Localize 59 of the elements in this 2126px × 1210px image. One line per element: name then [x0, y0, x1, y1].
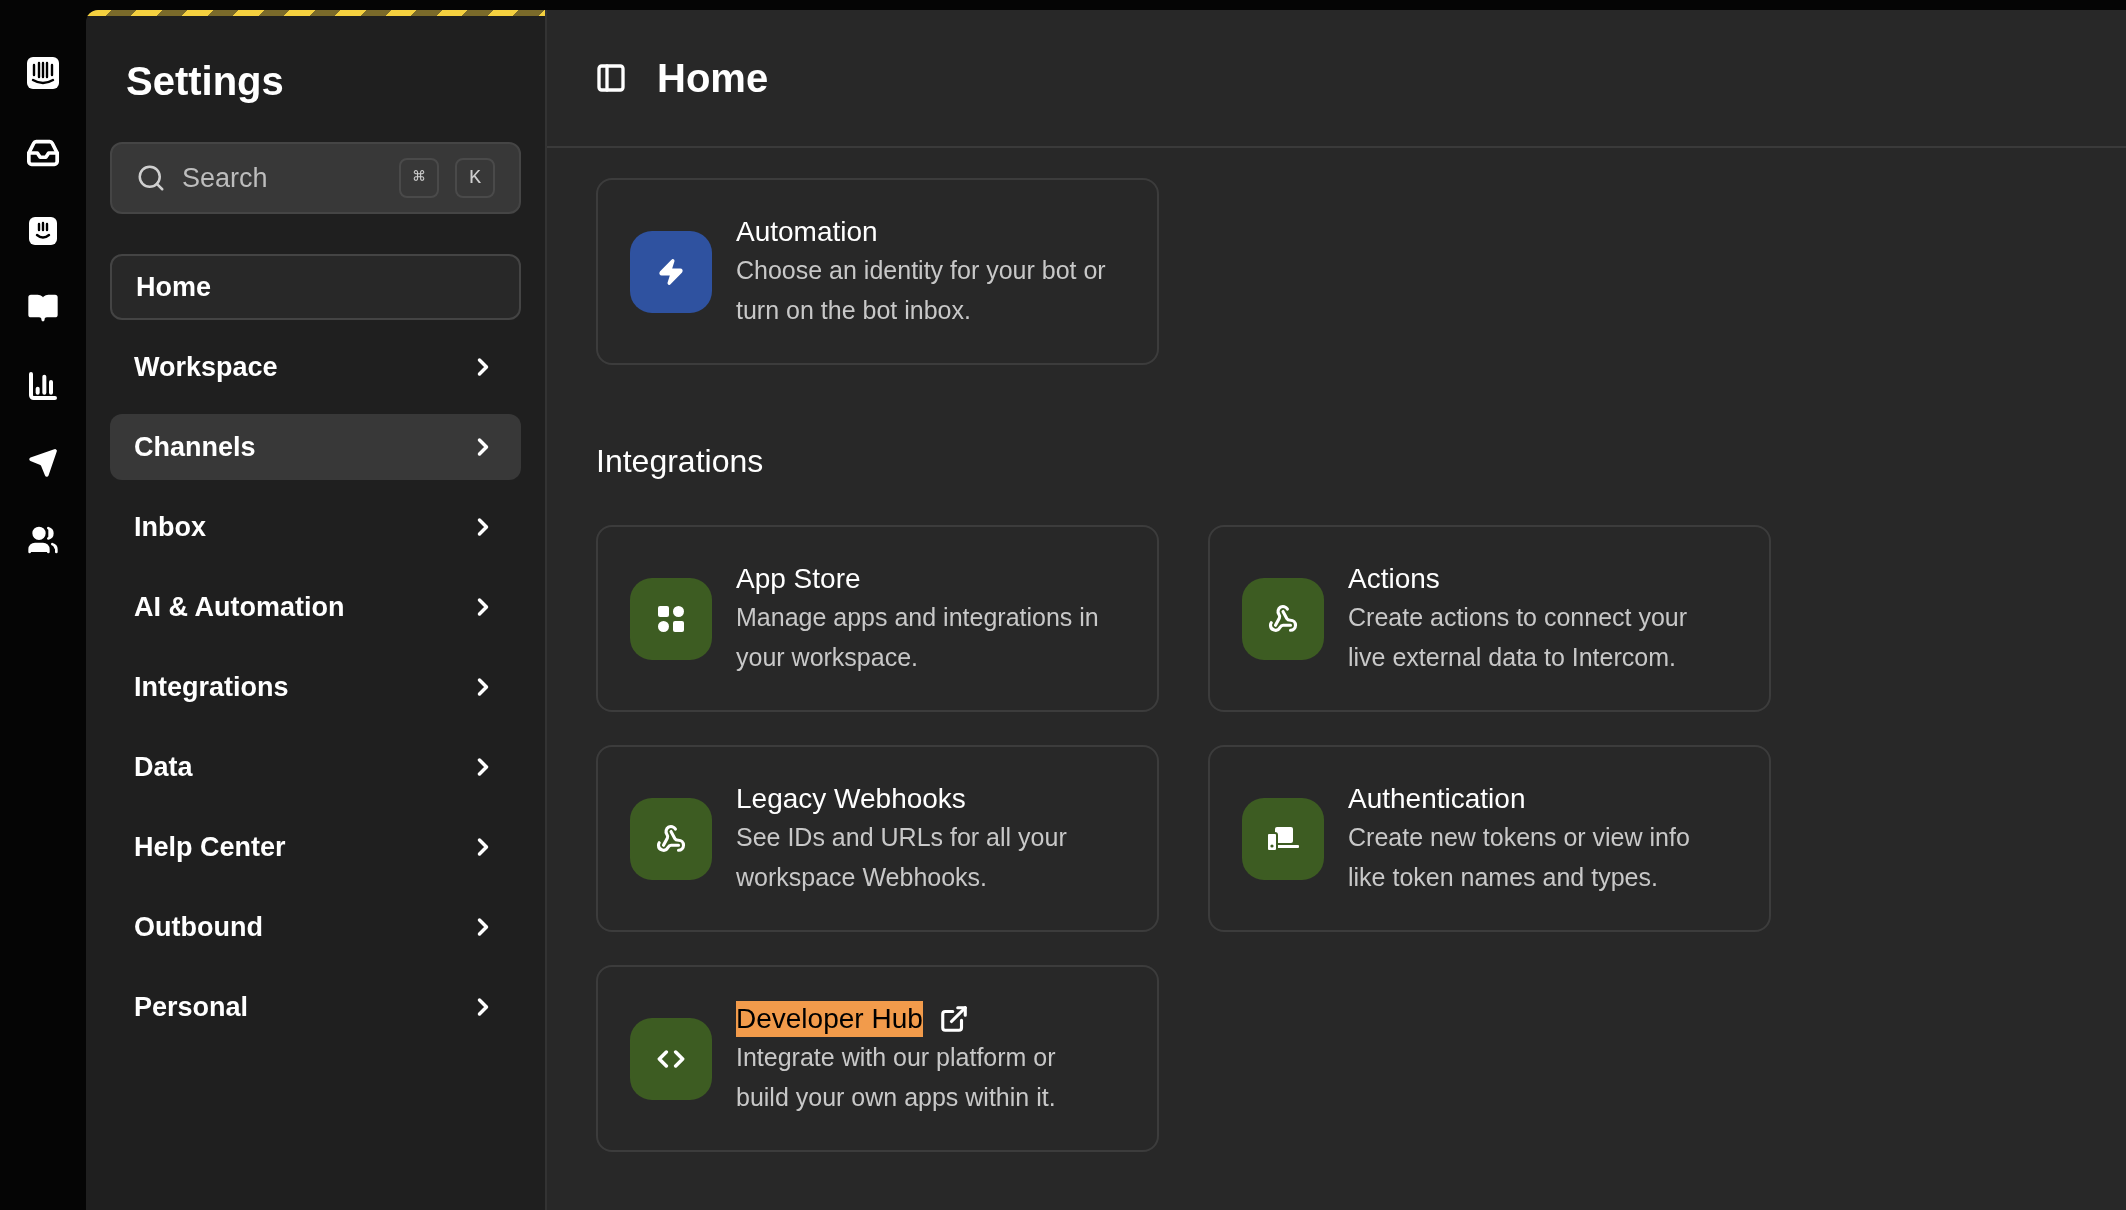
- sidebar-item-label: Workspace: [134, 350, 279, 384]
- settings-card[interactable]: App Store Manage apps and integrations in your workspace.: [596, 525, 1159, 712]
- webhook-icon: [656, 823, 686, 854]
- sidebar-item-label: Integrations: [134, 670, 290, 704]
- shortcut-key: ⌘: [399, 158, 439, 198]
- sidebar-title: Settings: [126, 58, 284, 105]
- sidebar-item-label: AI & Automation: [134, 590, 346, 624]
- sidebar-item[interactable]: Outbound: [110, 894, 521, 960]
- page-title: Home: [657, 55, 769, 102]
- grid-icon: [658, 605, 684, 632]
- sidebar-item[interactable]: AI & Automation: [110, 574, 521, 640]
- sidebar-item-label: Inbox: [134, 510, 207, 544]
- card-description: Manage apps and integrations in your workspace.: [736, 601, 1100, 673]
- sidebar-item-label: Data: [134, 750, 194, 784]
- card-description: Create actions to connect your live external data to Intercom.: [1348, 601, 1689, 673]
- sidebar-item[interactable]: Inbox: [110, 494, 521, 560]
- sidebar-toggle-icon[interactable]: [595, 62, 627, 94]
- shortcut-key: K: [455, 158, 495, 198]
- card-description: Choose an identity for your bot or turn on the bot inbox.: [736, 254, 1106, 326]
- settings-card[interactable]: Actions Create actions to connect your live external data to Intercom.: [1208, 525, 1771, 712]
- external-link-icon[interactable]: [938, 1003, 969, 1034]
- card-description: See IDs and URLs for all your workspace Webhooks.: [736, 821, 1068, 893]
- smiley-face-icon[interactable]: [28, 216, 58, 246]
- search-icon: [136, 163, 166, 193]
- sidebar-item[interactable]: Channels: [110, 414, 521, 480]
- sidebar-item-label: Home: [136, 270, 212, 304]
- settings-card[interactable]: Automation Choose an identity for your bot or turn on the bot inbox.: [596, 178, 1159, 365]
- settings-card[interactable]: Authentication Create new tokens or view info like token names and types.: [1208, 745, 1771, 932]
- card-title: Automation: [736, 214, 878, 249]
- card-title: Developer Hub: [736, 1000, 923, 1037]
- card-description: Integrate with our platform or build your own apps within it.: [736, 1041, 1057, 1113]
- card-title: Legacy Webhooks: [736, 781, 966, 816]
- search-field[interactable]: Search ⌘ K: [110, 142, 521, 214]
- card-title: App Store: [736, 561, 861, 596]
- sidebar-item[interactable]: Workspace: [110, 334, 521, 400]
- search-input[interactable]: Search: [182, 157, 383, 199]
- sidebar-item[interactable]: Help Center: [110, 814, 521, 880]
- card-title: Authentication: [1348, 781, 1526, 816]
- lightning-bolt-icon: [657, 257, 685, 286]
- sidebar-item-label: Personal: [134, 990, 250, 1024]
- section-heading: Integrations: [596, 442, 765, 481]
- settings-card[interactable]: Legacy Webhooks See IDs and URLs for all your workspace Webhooks.: [596, 745, 1159, 932]
- card-description: Create new tokens or view info like token names and types.: [1348, 821, 1691, 893]
- sidebar-item-label: Outbound: [134, 910, 264, 944]
- devices-icon: [1267, 825, 1299, 852]
- logo-icon[interactable]: [26, 56, 60, 90]
- sidebar-item[interactable]: Home: [110, 254, 521, 320]
- book-icon[interactable]: [27, 292, 59, 324]
- card-title: Actions: [1348, 561, 1440, 596]
- bar-chart-icon[interactable]: [27, 370, 59, 402]
- sidebar-item[interactable]: Personal: [110, 974, 521, 1040]
- settings-card[interactable]: Developer Hub Integrate with our platform or build your own apps within it.: [596, 965, 1159, 1152]
- sidebar-item[interactable]: Integrations: [110, 654, 521, 720]
- sidebar-item-label: Channels: [134, 430, 257, 464]
- sidebar-item[interactable]: Data: [110, 734, 521, 800]
- webhook-icon: [1268, 603, 1298, 634]
- send-icon[interactable]: [28, 448, 58, 478]
- people-icon[interactable]: [27, 524, 59, 556]
- sidebar-item-label: Help Center: [134, 830, 287, 864]
